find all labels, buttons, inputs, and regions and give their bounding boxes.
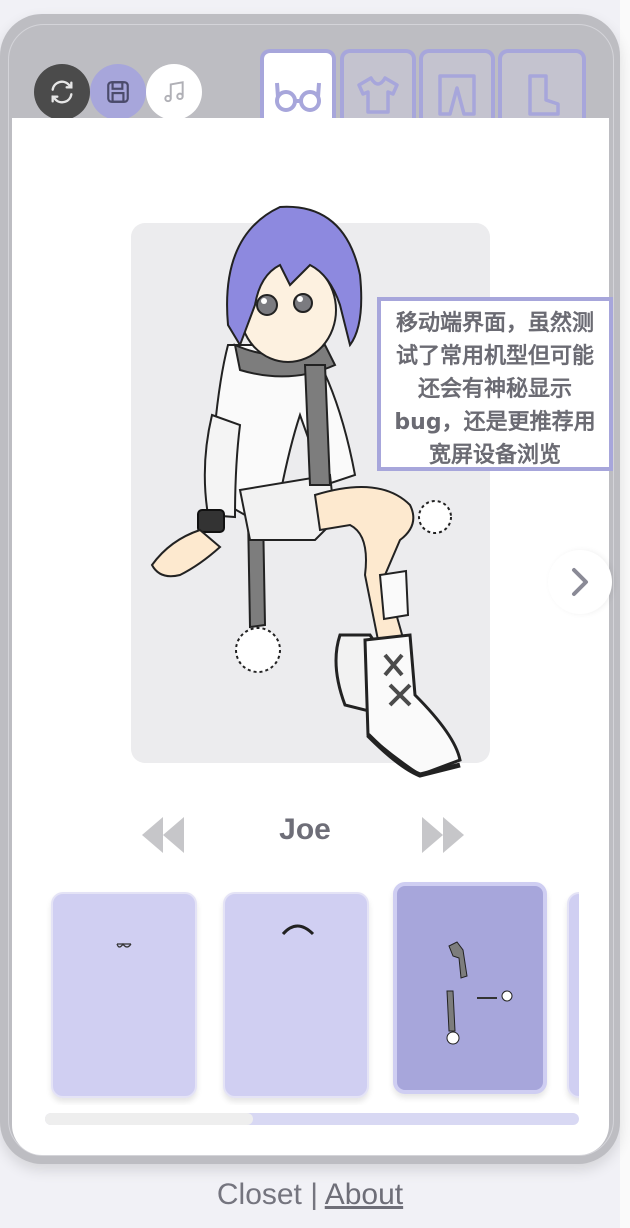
refresh-button[interactable] [34,64,90,120]
item-card-selected[interactable] [393,882,547,1094]
character-illustration [150,205,462,778]
character-selector: Joe [130,805,480,865]
shirt-icon [357,76,399,114]
glasses-icon [275,82,321,112]
about-link[interactable]: About [325,1178,403,1211]
refresh-icon [51,80,73,104]
item-card[interactable] [223,892,369,1098]
item-card[interactable] [51,892,197,1098]
fast-forward-icon [422,817,464,853]
item-scarf-thumbnail [446,941,513,1045]
music-button[interactable] [146,64,202,120]
character-name: Joe [279,813,331,846]
chevron-right-icon [572,568,588,596]
mobile-notice: 移动端界面，虽然测 试了常用机型但可能 还会有神秘显示 bug，还是更推荐用 宽… [377,297,613,471]
dress-up-page: 移动端界面，虽然测 试了常用机型但可能 还会有神秘显示 bug，还是更推荐用 宽… [0,0,630,1228]
notice-line: 试了常用机型但可能 [395,344,594,369]
item-hair-thumbnail [281,924,315,936]
next-view-button[interactable] [548,550,612,614]
pants-icon [438,74,476,116]
footer: Closet | About [0,1178,620,1212]
notice-line: bug，还是更推荐用 [394,410,596,435]
notice-line: 移动端界面，虽然测 [395,311,594,336]
rewind-icon [142,817,184,853]
item-carousel-scrollbar[interactable] [45,1113,579,1125]
boot-icon [528,74,560,116]
item-carousel-scrollbar-thumb[interactable] [45,1113,254,1125]
page-scrollbar[interactable] [620,0,630,1228]
item-glasses-thumbnail [116,942,132,948]
item-carousel [45,880,579,1105]
item-card[interactable] [567,892,579,1098]
footer-separator: | [310,1178,319,1211]
next-character-button[interactable] [420,815,466,855]
previous-character-button[interactable] [140,815,186,855]
save-icon [107,81,129,103]
notice-line: 还会有神秘显示 [417,377,572,402]
notice-line: 宽屏设备浏览 [428,443,561,468]
music-icon [164,81,184,103]
save-button[interactable] [90,64,146,120]
footer-closet: Closet [216,1178,302,1211]
